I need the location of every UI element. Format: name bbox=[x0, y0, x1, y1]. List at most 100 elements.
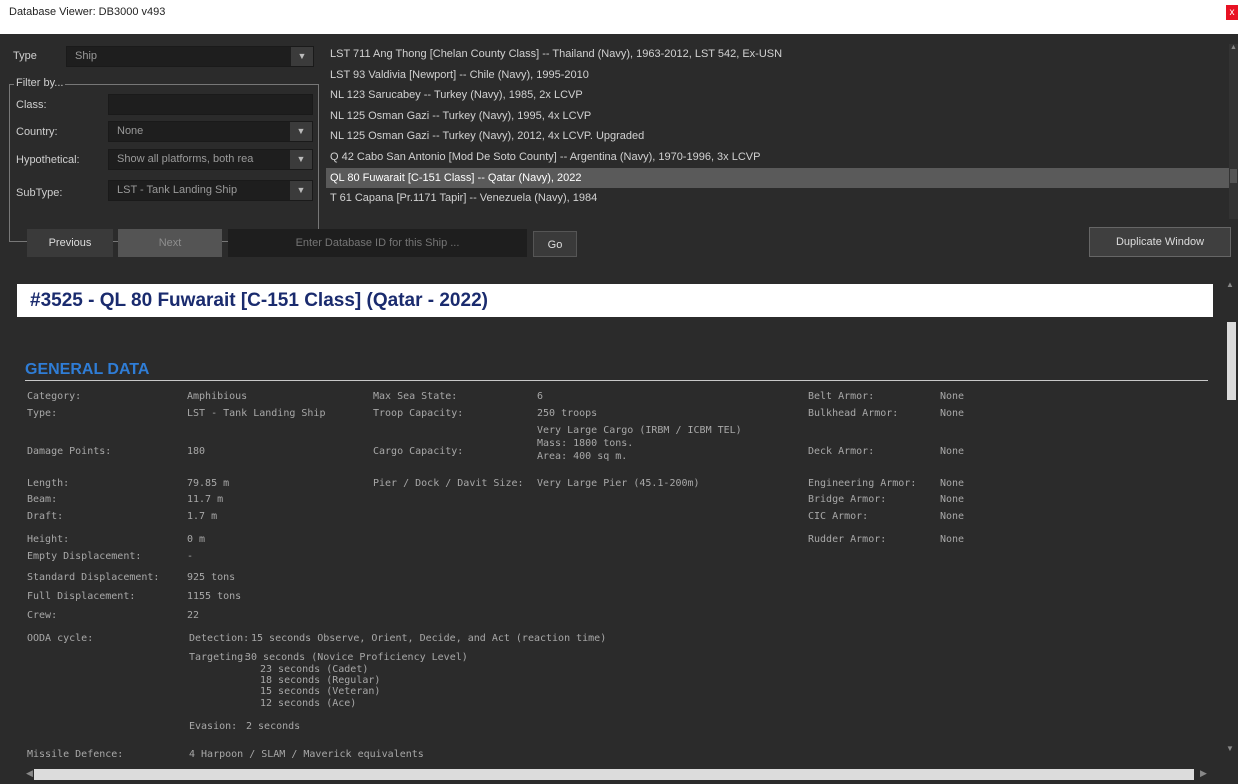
col2-key: Cargo Capacity: bbox=[373, 446, 464, 457]
type-select-value: Ship bbox=[75, 50, 98, 62]
list-item[interactable]: LST 93 Valdivia [Newport] -- Chile (Navy… bbox=[326, 65, 1229, 86]
list-item[interactable]: QL 80 Fuwarait [C-151 Class] -- Qatar (N… bbox=[326, 167, 1229, 189]
detection-value: 15 seconds Observe, Orient, Decide, and … bbox=[251, 633, 607, 644]
results-list: LST 711 Ang Thong [Chelan County Class] … bbox=[326, 44, 1229, 219]
col2-key: Pier / Dock / Davit Size: bbox=[373, 478, 524, 489]
type-label: Type bbox=[13, 50, 37, 62]
horizontal-scrollbar[interactable]: ◀ ▶ bbox=[22, 766, 1214, 782]
scroll-down-icon[interactable]: ▼ bbox=[1226, 744, 1234, 753]
col2-value: Very Large Cargo (IRBM / ICBM TEL) Mass:… bbox=[537, 425, 742, 462]
col1-key: Height: bbox=[27, 534, 70, 545]
chevron-down-icon: ▼ bbox=[290, 150, 312, 169]
col1-value: 1.7 m bbox=[187, 511, 218, 522]
col1-value: LST - Tank Landing Ship bbox=[187, 408, 326, 419]
col1-key: Standard Displacement: bbox=[27, 572, 160, 583]
col2-value: 6 bbox=[537, 391, 544, 402]
close-icon[interactable]: x bbox=[1226, 5, 1238, 20]
country-select[interactable]: None ▼ bbox=[108, 121, 313, 142]
col3-key: Engineering Armor: bbox=[808, 478, 917, 489]
targeting-value: 12 seconds (Ace) bbox=[260, 698, 357, 709]
missile-defence-label: Missile Defence: bbox=[27, 749, 124, 760]
subtype-select[interactable]: LST - Tank Landing Ship ▼ bbox=[108, 180, 313, 201]
section-heading: GENERAL DATA bbox=[25, 361, 150, 378]
filter-by-label: Filter by... bbox=[14, 77, 66, 89]
duplicate-window-button[interactable]: Duplicate Window bbox=[1089, 227, 1231, 257]
col2-key: Troop Capacity: bbox=[373, 408, 464, 419]
col1-key: Category: bbox=[27, 391, 82, 402]
country-label: Country: bbox=[16, 126, 58, 138]
scroll-up-icon[interactable]: ▲ bbox=[1229, 44, 1238, 54]
col2-key: Max Sea State: bbox=[373, 391, 458, 402]
chevron-down-icon: ▼ bbox=[290, 181, 312, 200]
list-item[interactable]: Q 42 Cabo San Antonio [Mod De Soto Count… bbox=[326, 147, 1229, 168]
list-item[interactable]: T 61 Capana [Pr.1171 Tapir] -- Venezuela… bbox=[326, 188, 1229, 209]
subtype-select-value: LST - Tank Landing Ship bbox=[117, 184, 238, 196]
col3-key: Rudder Armor: bbox=[808, 534, 887, 545]
database-id-input[interactable] bbox=[228, 229, 527, 257]
subtype-label: SubType: bbox=[16, 187, 63, 199]
col1-key: Damage Points: bbox=[27, 446, 112, 457]
ooda-label: OODA cycle: bbox=[27, 633, 94, 644]
detection-label: Detection: bbox=[189, 633, 250, 644]
col3-key: Bridge Armor: bbox=[808, 494, 887, 505]
page-title: #3525 - QL 80 Fuwarait [C-151 Class] (Qa… bbox=[17, 284, 1213, 317]
evasion-value: 2 seconds bbox=[246, 721, 301, 732]
col1-value: 22 bbox=[187, 610, 200, 621]
search-panel: Type Ship ▼ Filter by... Class: Country:… bbox=[0, 34, 1238, 264]
hypothetical-select[interactable]: Show all platforms, both rea ▼ bbox=[108, 149, 313, 170]
scroll-left-icon[interactable]: ◀ bbox=[26, 768, 33, 779]
col1-key: Empty Displacement: bbox=[27, 551, 142, 562]
list-item[interactable]: NL 123 Sarucabey -- Turkey (Navy), 1985,… bbox=[326, 85, 1229, 106]
scroll-right-icon[interactable]: ▶ bbox=[1200, 768, 1207, 779]
hypothetical-select-value: Show all platforms, both rea bbox=[117, 153, 254, 165]
evasion-label: Evasion: bbox=[189, 721, 238, 732]
results-scrollbar[interactable]: ▲ bbox=[1229, 44, 1238, 219]
details-panel: #3525 - QL 80 Fuwarait [C-151 Class] (Qa… bbox=[0, 264, 1238, 784]
go-button[interactable]: Go bbox=[533, 231, 577, 257]
col3-key: CIC Armor: bbox=[808, 511, 869, 522]
col1-key: Full Displacement: bbox=[27, 591, 136, 602]
col1-key: Crew: bbox=[27, 610, 58, 621]
col2-value: 250 troops bbox=[537, 408, 598, 419]
col1-value: 0 m bbox=[187, 534, 206, 545]
col2-value: Very Large Pier (45.1-200m) bbox=[537, 478, 700, 489]
targeting-label: Targeting: bbox=[189, 652, 250, 663]
col1-key: Draft: bbox=[27, 511, 64, 522]
col3-value: None bbox=[940, 408, 965, 419]
col1-value: - bbox=[187, 551, 194, 562]
chevron-down-icon: ▼ bbox=[291, 47, 313, 66]
class-input[interactable] bbox=[108, 94, 313, 115]
col3-value: None bbox=[940, 478, 965, 489]
col1-value: 1155 tons bbox=[187, 591, 242, 602]
col3-value: None bbox=[940, 391, 965, 402]
missile-defence-value: 4 Harpoon / SLAM / Maverick equivalents bbox=[189, 749, 424, 760]
col3-key: Belt Armor: bbox=[808, 391, 875, 402]
col1-value: 925 tons bbox=[187, 572, 236, 583]
class-label: Class: bbox=[16, 99, 47, 111]
section-divider bbox=[25, 380, 1208, 381]
col1-value: 79.85 m bbox=[187, 478, 230, 489]
list-item[interactable]: NL 125 Osman Gazi -- Turkey (Navy), 2012… bbox=[326, 126, 1229, 147]
col3-value: None bbox=[940, 446, 965, 457]
col3-value: None bbox=[940, 534, 965, 545]
col1-key: Length: bbox=[27, 478, 70, 489]
details-scrollbar[interactable]: ▲ ▼ bbox=[1224, 278, 1238, 758]
scrollbar-thumb[interactable] bbox=[34, 769, 1194, 780]
col3-value: None bbox=[940, 511, 965, 522]
list-item[interactable]: LST 711 Ang Thong [Chelan County Class] … bbox=[326, 44, 1229, 65]
chevron-down-icon: ▼ bbox=[290, 122, 312, 141]
col1-value: 180 bbox=[187, 446, 206, 457]
list-item[interactable]: NL 125 Osman Gazi -- Turkey (Navy), 1995… bbox=[326, 106, 1229, 127]
scrollbar-thumb[interactable] bbox=[1230, 169, 1237, 183]
col3-key: Deck Armor: bbox=[808, 446, 875, 457]
country-select-value: None bbox=[117, 125, 144, 137]
previous-button[interactable]: Previous bbox=[27, 229, 113, 257]
col3-value: None bbox=[940, 494, 965, 505]
scrollbar-thumb[interactable] bbox=[1227, 322, 1236, 400]
hypothetical-label: Hypothetical: bbox=[16, 154, 80, 166]
col1-key: Type: bbox=[27, 408, 58, 419]
next-button[interactable]: Next bbox=[118, 229, 222, 257]
col3-key: Bulkhead Armor: bbox=[808, 408, 899, 419]
scroll-up-icon[interactable]: ▲ bbox=[1226, 280, 1234, 289]
type-select[interactable]: Ship ▼ bbox=[66, 46, 314, 67]
